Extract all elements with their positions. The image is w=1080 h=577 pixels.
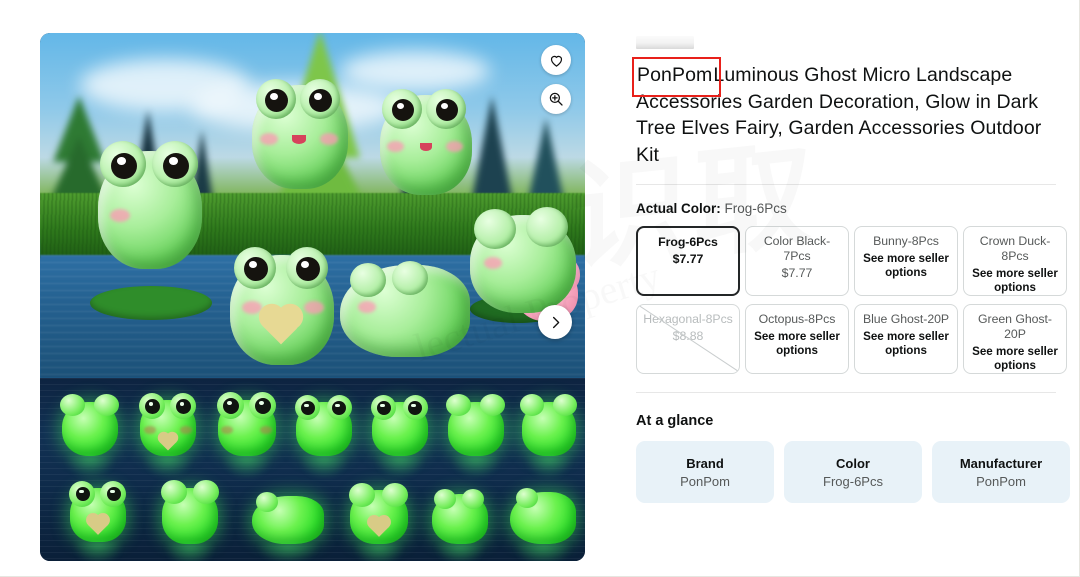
glow-frog-figurine bbox=[446, 394, 505, 478]
option-name: Color Black-7Pcs bbox=[763, 234, 831, 263]
see-more-seller-options: See more seller options bbox=[754, 330, 840, 357]
glance-value: PonPom bbox=[680, 473, 730, 489]
glow-frog-figurine bbox=[69, 481, 126, 561]
product-image-secondary[interactable] bbox=[40, 378, 585, 561]
page-title: PonPomLuminous Ghost Micro Landscape Acc… bbox=[631, 57, 1056, 168]
glance-card-brand: Brand PonPom bbox=[636, 441, 774, 503]
product-detail-page: PonPomLuminous Ghost Micro Landscape Acc… bbox=[0, 0, 1080, 577]
favorite-button[interactable] bbox=[541, 45, 571, 75]
glance-key: Manufacturer bbox=[959, 455, 1043, 471]
variation-label-key: Actual Color: bbox=[636, 201, 721, 216]
next-image-button[interactable] bbox=[538, 305, 572, 339]
frog-figurine bbox=[340, 261, 470, 357]
option-name: Blue Ghost-20P bbox=[862, 312, 950, 326]
see-more-seller-options: See more seller options bbox=[863, 330, 949, 357]
loading-placeholder-bar bbox=[636, 36, 694, 49]
variation-label: Actual Color: Frog-6Pcs bbox=[636, 201, 1072, 216]
frog-figurine bbox=[98, 141, 202, 269]
option-name: Crown Duck-8Pcs bbox=[979, 234, 1051, 263]
product-details-panel: PonPomLuminous Ghost Micro Landscape Acc… bbox=[631, 0, 1072, 576]
color-option-hexagonal-8pcs[interactable]: Hexagonal-8Pcs $8.88 bbox=[636, 304, 740, 374]
glow-frog-figurine bbox=[139, 393, 196, 479]
glance-value: PonPom bbox=[976, 473, 1026, 489]
option-price: $8.88 bbox=[672, 329, 704, 343]
option-price: $7.77 bbox=[781, 266, 813, 280]
divider-bottom bbox=[636, 392, 1056, 393]
color-option-color-black-7pcs[interactable]: Color Black-7Pcs $7.77 bbox=[745, 226, 849, 296]
magnifier-plus-icon bbox=[549, 92, 563, 106]
option-name: Bunny-8Pcs bbox=[873, 234, 939, 248]
frog-figurine bbox=[252, 79, 348, 189]
glance-key: Brand bbox=[686, 455, 724, 471]
option-name: Frog-6Pcs bbox=[658, 235, 718, 249]
variation-selected-value: Frog-6Pcs bbox=[724, 201, 787, 216]
frog-figurine bbox=[380, 89, 472, 195]
color-option-bunny-8pcs[interactable]: Bunny-8Pcs See more seller options bbox=[854, 226, 958, 296]
color-option-frog-6pcs[interactable]: Frog-6Pcs $7.77 bbox=[636, 226, 740, 296]
heart-icon bbox=[550, 55, 562, 67]
see-more-seller-options: See more seller options bbox=[863, 252, 949, 279]
glow-frog-figurine bbox=[371, 395, 428, 478]
product-image-gallery[interactable] bbox=[40, 33, 585, 561]
glance-value: Frog-6Pcs bbox=[823, 473, 883, 489]
brand-name-highlight: PonPom bbox=[631, 57, 722, 96]
color-option-green-ghost-20p[interactable]: Green Ghost-20P See more seller options bbox=[963, 304, 1067, 374]
glow-frog-figurine bbox=[295, 395, 352, 478]
frog-figurine bbox=[230, 247, 334, 365]
glow-frog-figurine bbox=[432, 489, 488, 561]
glance-card-color: Color Frog-6Pcs bbox=[784, 441, 922, 503]
glow-frog-figurine bbox=[217, 392, 276, 479]
see-more-seller-options: See more seller options bbox=[972, 345, 1058, 372]
divider-top bbox=[636, 184, 1056, 185]
glow-frog-figurine bbox=[349, 483, 408, 561]
color-option-crown-duck-8pcs[interactable]: Crown Duck-8Pcs See more seller options bbox=[963, 226, 1067, 296]
glow-frog-figurine bbox=[520, 394, 577, 478]
color-option-octopus-8pcs[interactable]: Octopus-8Pcs See more seller options bbox=[745, 304, 849, 374]
color-option-grid: Frog-6Pcs $7.77 Color Black-7Pcs $7.77 B… bbox=[636, 226, 1067, 374]
glow-frog-figurine bbox=[161, 480, 219, 561]
at-a-glance-grid: Brand PonPom Color Frog-6Pcs Manufacture… bbox=[636, 441, 1072, 503]
glow-frog-figurine bbox=[510, 488, 576, 561]
chevron-right-icon bbox=[552, 316, 559, 328]
option-name: Hexagonal-8Pcs bbox=[643, 312, 733, 326]
product-image-primary[interactable] bbox=[40, 33, 585, 378]
option-name: Green Ghost-20P bbox=[978, 312, 1052, 341]
option-price: $7.77 bbox=[672, 252, 704, 266]
glance-card-manufacturer: Manufacturer PonPom bbox=[932, 441, 1070, 503]
at-a-glance-heading: At a glance bbox=[636, 413, 714, 429]
glance-key: Color bbox=[836, 455, 870, 471]
glow-frog-figurine bbox=[60, 394, 119, 478]
zoom-in-button[interactable] bbox=[541, 84, 571, 114]
glow-frog-figurine bbox=[252, 492, 324, 561]
color-option-blue-ghost-20p[interactable]: Blue Ghost-20P See more seller options bbox=[854, 304, 958, 374]
frog-figurine bbox=[470, 207, 576, 313]
see-more-seller-options: See more seller options bbox=[972, 267, 1058, 294]
option-name: Octopus-8Pcs bbox=[758, 312, 836, 326]
